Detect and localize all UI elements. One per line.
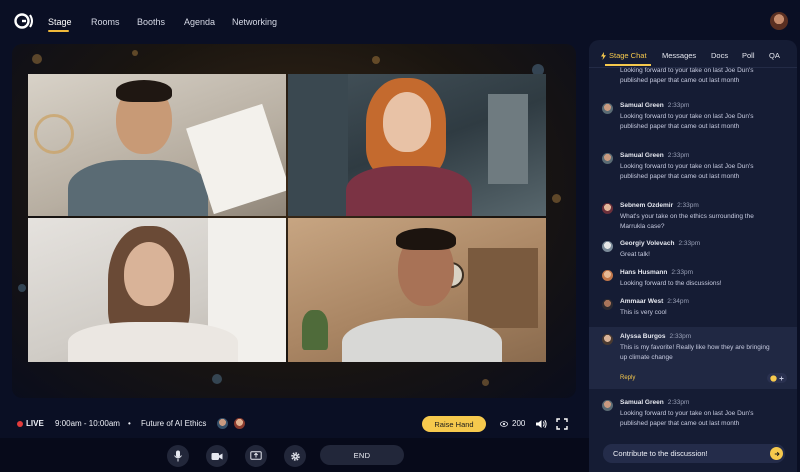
video-tile-3[interactable] bbox=[28, 218, 286, 362]
camera-icon bbox=[211, 452, 223, 460]
video-tile-2[interactable] bbox=[288, 74, 546, 216]
tab-qa[interactable]: QA bbox=[769, 51, 780, 60]
nav-stage[interactable]: Stage bbox=[48, 17, 72, 27]
sender-name[interactable]: Georgiy Volevach bbox=[620, 240, 674, 247]
sender-avatar[interactable] bbox=[602, 270, 613, 281]
raise-hand-button[interactable]: Raise Hand bbox=[422, 416, 486, 432]
sender-name[interactable]: Samual Green bbox=[620, 399, 664, 406]
sender-avatar[interactable] bbox=[602, 153, 613, 164]
sender-name[interactable]: Ammaar West bbox=[620, 298, 663, 305]
sender-avatar[interactable] bbox=[602, 241, 613, 252]
logo-icon[interactable] bbox=[14, 12, 36, 30]
message-time: 2:33pm bbox=[667, 152, 690, 159]
reply-button[interactable]: Reply bbox=[620, 375, 635, 381]
message-time: 2:33pm bbox=[667, 102, 690, 109]
separator-dot: • bbox=[128, 419, 131, 428]
chat-message: Georgiy Volevach 2:33pm Great talk! bbox=[589, 239, 797, 265]
message-text: Looking forward to your take on last Joe… bbox=[620, 410, 754, 427]
message-time: 2:33pm bbox=[669, 333, 692, 340]
top-nav: Stage Rooms Booths Agenda Networking bbox=[0, 0, 800, 44]
live-label: LIVE bbox=[26, 419, 44, 428]
sender-name[interactable]: Samual Green bbox=[620, 102, 664, 109]
tab-messages[interactable]: Messages bbox=[662, 51, 696, 60]
tab-stage-chat[interactable]: Stage Chat bbox=[609, 51, 647, 60]
session-time: 9:00am - 10:00am bbox=[55, 419, 120, 428]
message-text: This is very cool bbox=[620, 309, 667, 316]
sender-avatar[interactable] bbox=[602, 400, 613, 411]
plus-icon bbox=[779, 376, 784, 380]
sender-avatar[interactable] bbox=[602, 334, 613, 345]
nav-networking[interactable]: Networking bbox=[232, 17, 277, 27]
stage-video bbox=[12, 44, 576, 398]
message-time: 2:33pm bbox=[677, 202, 699, 209]
settings-button[interactable] bbox=[284, 445, 306, 467]
sender-name[interactable]: Alyssa Burgos bbox=[620, 333, 666, 340]
message-text: Great talk! bbox=[620, 251, 650, 258]
live-indicator-dot bbox=[17, 421, 23, 427]
message-text: Looking forward to your take on last Joe… bbox=[620, 67, 754, 84]
chat-message: Sebnem Ozdemir 2:33pm What's your take on… bbox=[589, 200, 797, 236]
speaker-avatar-1[interactable] bbox=[216, 417, 229, 430]
message-time: 2:33pm bbox=[667, 399, 690, 406]
sender-name[interactable]: Sebnem Ozdemir bbox=[620, 202, 673, 209]
chat-message-highlighted: Alyssa Burgos 2:33pm This is my favorite!… bbox=[589, 327, 797, 389]
nav-agenda[interactable]: Agenda bbox=[184, 17, 215, 27]
sender-avatar[interactable] bbox=[602, 299, 613, 310]
video-tile-1[interactable] bbox=[28, 74, 286, 216]
session-title: Future of AI Ethics bbox=[141, 419, 207, 428]
tab-poll[interactable]: Poll bbox=[742, 51, 755, 60]
chat-message: Hans Husmann 2:33pm Looking forward to th… bbox=[589, 268, 797, 294]
nav-active-indicator bbox=[48, 30, 69, 32]
chat-message-partial: Looking forward to your take on last Joe… bbox=[589, 66, 797, 96]
send-arrow-icon bbox=[774, 451, 780, 456]
nav-booths[interactable]: Booths bbox=[137, 17, 165, 27]
speaker-avatar-2[interactable] bbox=[233, 417, 246, 430]
mic-button[interactable] bbox=[167, 445, 189, 467]
chat-input-box bbox=[603, 444, 785, 463]
volume-icon[interactable] bbox=[535, 418, 547, 430]
chat-panel: Stage Chat Messages Docs Poll QA Looking… bbox=[589, 40, 797, 472]
screen-share-button[interactable] bbox=[245, 445, 267, 467]
nav-rooms[interactable]: Rooms bbox=[91, 17, 120, 27]
camera-button[interactable] bbox=[206, 445, 228, 467]
send-button[interactable] bbox=[770, 447, 783, 460]
chat-message: Samual Green 2:33pm Looking forward to yo… bbox=[589, 150, 797, 198]
lightning-icon bbox=[601, 52, 606, 60]
sender-avatar[interactable] bbox=[602, 203, 613, 214]
message-time: 2:33pm bbox=[671, 269, 694, 276]
video-tile-4[interactable] bbox=[288, 218, 546, 362]
chat-message: Samual Green 2:33pm Looking forward to yo… bbox=[589, 100, 797, 148]
eye-icon bbox=[500, 421, 508, 427]
message-time: 2:34pm bbox=[667, 298, 689, 305]
message-text: Looking forward to the discussions! bbox=[620, 280, 722, 287]
message-text: What's your take on the ethics surroundi… bbox=[620, 213, 754, 230]
message-text: Looking forward to your take on last Joe… bbox=[620, 163, 754, 180]
message-text: This is my favorite! Really like how the… bbox=[620, 344, 770, 361]
message-text: Looking forward to your take on last Joe… bbox=[620, 113, 754, 130]
emoji-icon bbox=[770, 374, 777, 382]
sender-name[interactable]: Hans Husmann bbox=[620, 269, 667, 276]
viewer-count: 200 bbox=[512, 419, 526, 428]
tab-docs[interactable]: Docs bbox=[711, 51, 728, 60]
chat-input[interactable] bbox=[613, 446, 753, 461]
end-button[interactable]: END bbox=[320, 445, 404, 465]
fullscreen-icon[interactable] bbox=[556, 418, 568, 430]
screen-share-icon bbox=[250, 451, 262, 460]
settings-icon bbox=[290, 451, 300, 461]
chat-message: Ammaar West 2:34pm This is very cool bbox=[589, 297, 797, 323]
sender-avatar[interactable] bbox=[602, 103, 613, 114]
chat-message: Samual Green 2:33pm Looking forward to yo… bbox=[589, 397, 797, 439]
sender-name[interactable]: Samual Green bbox=[620, 152, 664, 159]
add-reaction-button[interactable] bbox=[767, 373, 787, 383]
user-avatar[interactable] bbox=[770, 12, 788, 30]
mic-icon bbox=[174, 450, 182, 462]
message-time: 2:33pm bbox=[678, 240, 701, 247]
